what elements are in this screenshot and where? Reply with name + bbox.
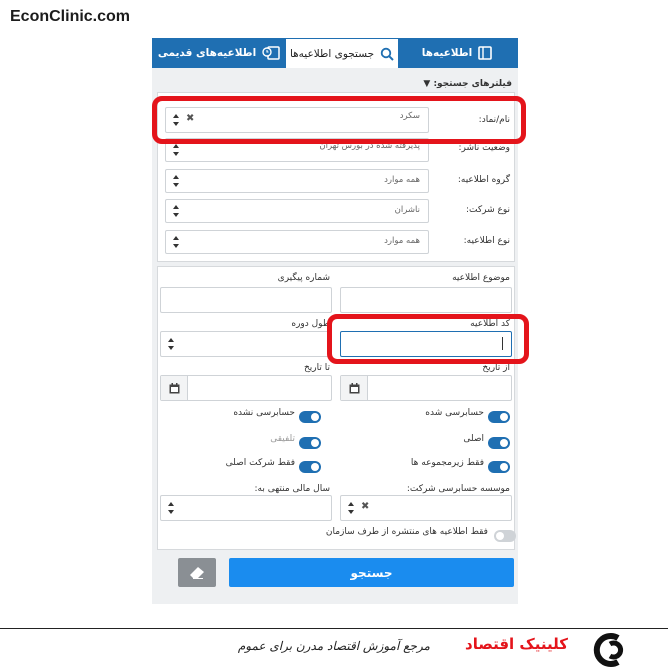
filters-title: فیلترهای جستجو: <box>433 79 512 89</box>
book-icon <box>478 46 493 60</box>
toggle-org-only-label: فقط اطلاعیه های منتشره از طرف سازمان <box>325 527 488 537</box>
fiscal-year-label: سال مالی منتهی به: <box>254 484 330 494</box>
sort-arrows-icon <box>168 502 174 514</box>
toggle-unaudited-label: حسابرسی نشده <box>233 408 295 418</box>
econclinic-logo-icon <box>593 633 624 667</box>
sort-arrows-icon <box>168 338 174 350</box>
sort-arrows-icon <box>173 175 179 187</box>
toggle-unaudited[interactable] <box>299 411 321 423</box>
calendar-icon <box>169 382 179 393</box>
tracking-number-input[interactable] <box>160 287 332 313</box>
sort-arrows-icon <box>173 205 179 217</box>
tab-search-label: جستجوی اطلاعیه‌ها <box>289 47 375 60</box>
highlight-notice-code-field <box>327 314 529 364</box>
toggle-parent-only[interactable] <box>299 461 321 473</box>
from-date-calendar-button[interactable] <box>341 376 368 400</box>
footer-title: کلینیک اقتصاد <box>465 635 568 653</box>
publisher-status-label: وضعیت ناشر: <box>458 143 510 153</box>
tab-search-notices[interactable]: جستجوی اطلاعیه‌ها <box>286 39 398 68</box>
filter-icon: ▼ <box>423 79 431 89</box>
highlight-symbol-field <box>152 96 526 144</box>
notice-type-label: نوع اطلاعیه: <box>463 236 510 246</box>
clear-icon[interactable]: ✖ <box>361 501 369 512</box>
footer-divider <box>0 628 668 629</box>
footer-subtitle: مرجع آموزش اقتصاد مدرن برای عموم <box>237 639 430 653</box>
tab-notices[interactable]: اطلاعیه‌ها <box>398 38 518 68</box>
clock-book-icon <box>262 46 280 60</box>
sort-arrows-icon <box>173 144 179 156</box>
toggle-org-only[interactable] <box>494 530 516 542</box>
notice-subject-label: موضوع اطلاعیه <box>452 273 510 283</box>
period-length-label: طول دوره <box>291 319 330 329</box>
to-date-picker[interactable] <box>160 375 332 401</box>
calendar-icon <box>349 382 359 393</box>
search-button[interactable]: جستجو <box>229 558 514 587</box>
tab-old-notices[interactable]: اطلاعیه‌های قدیمی <box>152 38 286 68</box>
fiscal-year-select[interactable] <box>160 495 332 521</box>
search-icon <box>380 47 394 61</box>
toggle-audited-label: حسابرسی شده <box>425 408 484 418</box>
audit-firm-label: موسسه حسابرسی شرکت: <box>406 484 510 494</box>
toggle-consolidated[interactable] <box>299 437 321 449</box>
sort-arrows-icon <box>348 502 354 514</box>
eraser-icon <box>190 566 204 579</box>
filters-heading: فیلترهای جستجو: ▼ <box>423 79 512 89</box>
to-date-calendar-button[interactable] <box>161 376 188 400</box>
notice-group-select[interactable]: همه موارد <box>165 169 429 193</box>
from-date-picker[interactable] <box>340 375 512 401</box>
toggle-main-label: اصلی <box>463 434 484 444</box>
from-date-label: از تاریخ <box>482 363 510 373</box>
tab-bar: اطلاعیه‌ها جستجوی اطلاعیه‌ها اطلاعیه‌های… <box>152 38 518 68</box>
company-type-select[interactable]: ناشران <box>165 199 429 223</box>
notice-type-select[interactable]: همه موارد <box>165 230 429 254</box>
tracking-number-label: شماره پیگیری <box>277 273 330 283</box>
tab-notices-label: اطلاعیه‌ها <box>421 47 473 59</box>
clear-filters-button[interactable] <box>178 558 216 587</box>
company-type-label: نوع شرکت: <box>465 205 510 215</box>
period-length-select[interactable] <box>160 331 332 357</box>
notice-group-value: همه موارد <box>384 175 420 185</box>
notice-type-value: همه موارد <box>384 236 420 246</box>
toggle-subsidiaries-only[interactable] <box>488 461 510 473</box>
to-date-label: تا تاریخ <box>303 363 330 373</box>
brand-logo-text: EconClinic.com <box>10 8 131 25</box>
notice-subject-input[interactable] <box>340 287 512 313</box>
toggle-main[interactable] <box>488 437 510 449</box>
toggle-subsidiaries-label: فقط زیرمجموعه ها <box>410 458 484 468</box>
audit-firm-select[interactable]: ✖ <box>340 495 512 521</box>
company-type-value: ناشران <box>394 205 420 215</box>
toggle-consolidated-label: تلفیقی <box>270 434 295 444</box>
toggle-audited[interactable] <box>488 411 510 423</box>
notice-group-label: گروه اطلاعیه: <box>457 175 510 185</box>
toggle-parent-label: فقط شرکت اصلی <box>225 458 295 468</box>
sort-arrows-icon <box>173 236 179 248</box>
filters-box-advanced: موضوع اطلاعیه شماره پیگیری کد اطلاعیه طو… <box>157 266 516 550</box>
tab-old-label: اطلاعیه‌های قدیمی <box>157 47 257 59</box>
